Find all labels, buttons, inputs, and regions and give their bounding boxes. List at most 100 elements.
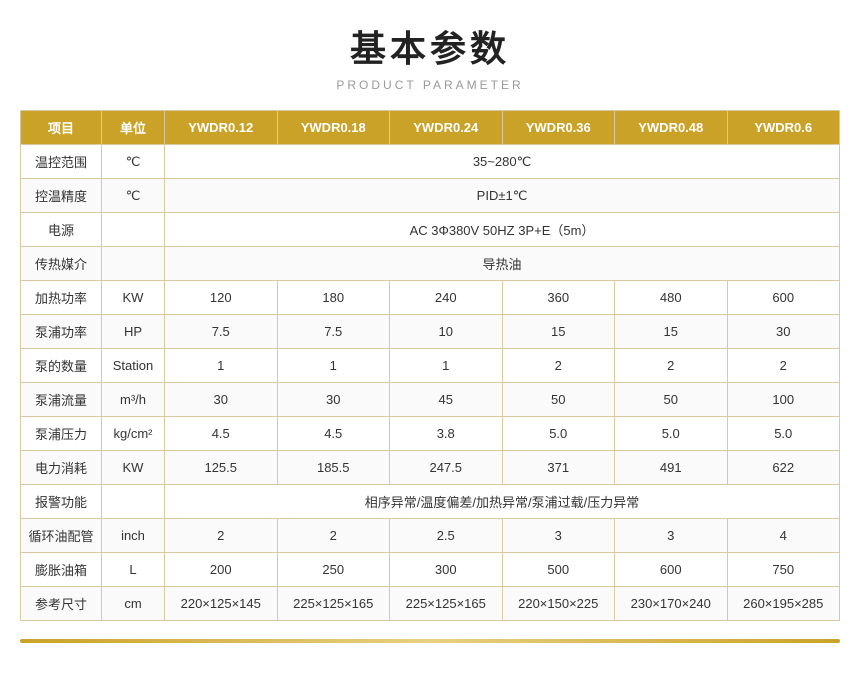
table-row: 电源 AC 3Φ380V 50HZ 3P+E（5m）: [21, 213, 840, 247]
cell-unit: m³/h: [102, 383, 165, 417]
bottom-bar: [20, 639, 840, 643]
cell-value: 622: [727, 451, 840, 485]
cell-value: 7.5: [277, 315, 390, 349]
cell-value: 2: [277, 519, 390, 553]
cell-unit: cm: [102, 587, 165, 621]
params-table: 项目 单位 YWDR0.12 YWDR0.18 YWDR0.24 YWDR0.3…: [20, 110, 840, 621]
cell-item: 温控范围: [21, 145, 102, 179]
cell-value: 500: [502, 553, 615, 587]
cell-value: 4.5: [277, 417, 390, 451]
cell-item: 电源: [21, 213, 102, 247]
header-col5: YWDR0.48: [615, 111, 728, 145]
cell-merged: AC 3Φ380V 50HZ 3P+E（5m）: [165, 213, 840, 247]
cell-item: 参考尺寸: [21, 587, 102, 621]
header-col6: YWDR0.6: [727, 111, 840, 145]
table-row: 电力消耗KW125.5185.5247.5371491622: [21, 451, 840, 485]
cell-value: 100: [727, 383, 840, 417]
cell-value: 480: [615, 281, 728, 315]
cell-value: 200: [165, 553, 278, 587]
cell-value: 220×125×145: [165, 587, 278, 621]
cell-unit: HP: [102, 315, 165, 349]
cell-item: 膨胀油箱: [21, 553, 102, 587]
cell-unit: Station: [102, 349, 165, 383]
cell-value: 600: [615, 553, 728, 587]
cell-unit: ℃: [102, 179, 165, 213]
table-row: 泵浦流量m³/h3030455050100: [21, 383, 840, 417]
cell-value: 240: [390, 281, 503, 315]
cell-value: 2: [615, 349, 728, 383]
cell-value: 30: [277, 383, 390, 417]
cell-item: 传热媒介: [21, 247, 102, 281]
cell-value: 3: [615, 519, 728, 553]
cell-value: 225×125×165: [390, 587, 503, 621]
page-subtitle: PRODUCT PARAMETER: [336, 78, 523, 92]
cell-value: 491: [615, 451, 728, 485]
table-row: 循环油配管inch222.5334: [21, 519, 840, 553]
cell-value: 600: [727, 281, 840, 315]
table-row: 温控范围℃35~280℃: [21, 145, 840, 179]
cell-value: 120: [165, 281, 278, 315]
cell-value: 45: [390, 383, 503, 417]
cell-value: 360: [502, 281, 615, 315]
header-item: 项目: [21, 111, 102, 145]
cell-value: 2: [165, 519, 278, 553]
cell-merged: 导热油: [165, 247, 840, 281]
cell-unit: [102, 485, 165, 519]
table-row: 泵浦功率HP7.57.510151530: [21, 315, 840, 349]
cell-value: 1: [165, 349, 278, 383]
cell-item: 循环油配管: [21, 519, 102, 553]
cell-item: 报警功能: [21, 485, 102, 519]
cell-value: 5.0: [727, 417, 840, 451]
cell-value: 3.8: [390, 417, 503, 451]
cell-value: 2.5: [390, 519, 503, 553]
cell-unit: inch: [102, 519, 165, 553]
cell-item: 电力消耗: [21, 451, 102, 485]
cell-value: 1: [277, 349, 390, 383]
cell-value: 15: [615, 315, 728, 349]
page-title: 基本参数: [350, 20, 510, 72]
cell-merged: 相序异常/温度偏差/加热异常/泵浦过载/压力异常: [165, 485, 840, 519]
cell-value: 371: [502, 451, 615, 485]
cell-item: 加热功率: [21, 281, 102, 315]
cell-value: 225×125×165: [277, 587, 390, 621]
cell-value: 30: [727, 315, 840, 349]
cell-item: 泵浦流量: [21, 383, 102, 417]
cell-value: 4: [727, 519, 840, 553]
table-row: 控温精度℃PID±1℃: [21, 179, 840, 213]
cell-value: 30: [165, 383, 278, 417]
cell-value: 250: [277, 553, 390, 587]
cell-item: 泵的数量: [21, 349, 102, 383]
cell-value: 260×195×285: [727, 587, 840, 621]
cell-value: 50: [502, 383, 615, 417]
cell-value: 5.0: [502, 417, 615, 451]
cell-unit: [102, 213, 165, 247]
header-col2: YWDR0.18: [277, 111, 390, 145]
cell-value: 300: [390, 553, 503, 587]
cell-value: 7.5: [165, 315, 278, 349]
cell-unit: ℃: [102, 145, 165, 179]
cell-value: 5.0: [615, 417, 728, 451]
table-row: 加热功率KW120180240360480600: [21, 281, 840, 315]
cell-value: 220×150×225: [502, 587, 615, 621]
cell-value: 4.5: [165, 417, 278, 451]
cell-value: 180: [277, 281, 390, 315]
cell-unit: KW: [102, 451, 165, 485]
header-col1: YWDR0.12: [165, 111, 278, 145]
cell-value: 230×170×240: [615, 587, 728, 621]
header-col3: YWDR0.24: [390, 111, 503, 145]
header-col4: YWDR0.36: [502, 111, 615, 145]
cell-value: 247.5: [390, 451, 503, 485]
cell-value: 2: [502, 349, 615, 383]
cell-value: 15: [502, 315, 615, 349]
cell-unit: kg/cm²: [102, 417, 165, 451]
cell-item: 泵浦功率: [21, 315, 102, 349]
cell-value: 10: [390, 315, 503, 349]
cell-unit: KW: [102, 281, 165, 315]
table-row: 报警功能 相序异常/温度偏差/加热异常/泵浦过载/压力异常: [21, 485, 840, 519]
cell-item: 控温精度: [21, 179, 102, 213]
cell-value: 3: [502, 519, 615, 553]
cell-value: 185.5: [277, 451, 390, 485]
cell-value: 750: [727, 553, 840, 587]
cell-value: 1: [390, 349, 503, 383]
table-row: 膨胀油箱L200250300500600750: [21, 553, 840, 587]
